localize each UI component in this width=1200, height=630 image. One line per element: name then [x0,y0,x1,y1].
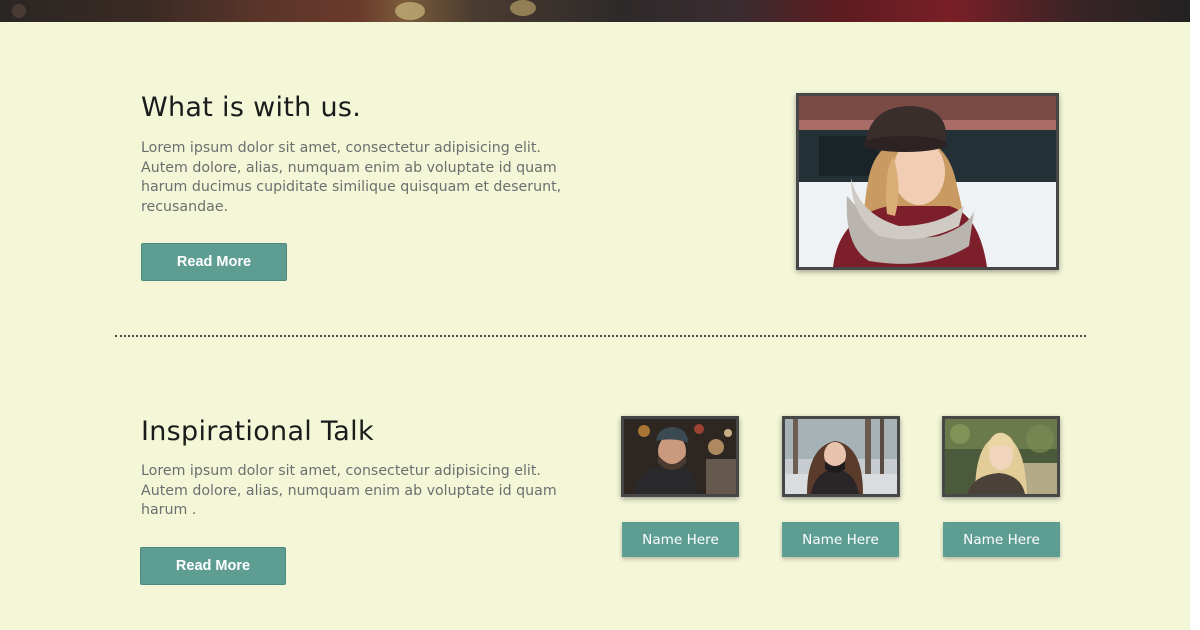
speaker-2-name-button[interactable]: Name Here [782,522,899,557]
banner-bokeh-light [12,4,26,18]
speaker-1-name-button[interactable]: Name Here [622,522,739,557]
about-paragraph: Lorem ipsum dolor sit amet, consectetur … [141,140,562,215]
talk-read-more-button[interactable]: Read More [140,547,286,585]
speaker-photo-woman-forest [782,416,900,497]
speaker-photo-man [621,416,739,497]
talk-paragraph: Lorem ipsum dolor sit amet, consectetur … [141,463,557,518]
speaker-photo-woman-blonde [942,416,1060,497]
banner-bokeh-light [395,2,425,20]
speaker-3-name-button[interactable]: Name Here [943,522,1060,557]
about-title: What is with us. [141,92,362,123]
featured-woman-photo [796,93,1059,270]
top-banner-image [0,0,1190,22]
about-read-more-button[interactable]: Read More [141,243,287,281]
page-edge [1190,0,1200,630]
talk-title: Inspirational Talk [141,416,374,447]
banner-bokeh-light [510,0,536,16]
section-divider [115,335,1086,337]
